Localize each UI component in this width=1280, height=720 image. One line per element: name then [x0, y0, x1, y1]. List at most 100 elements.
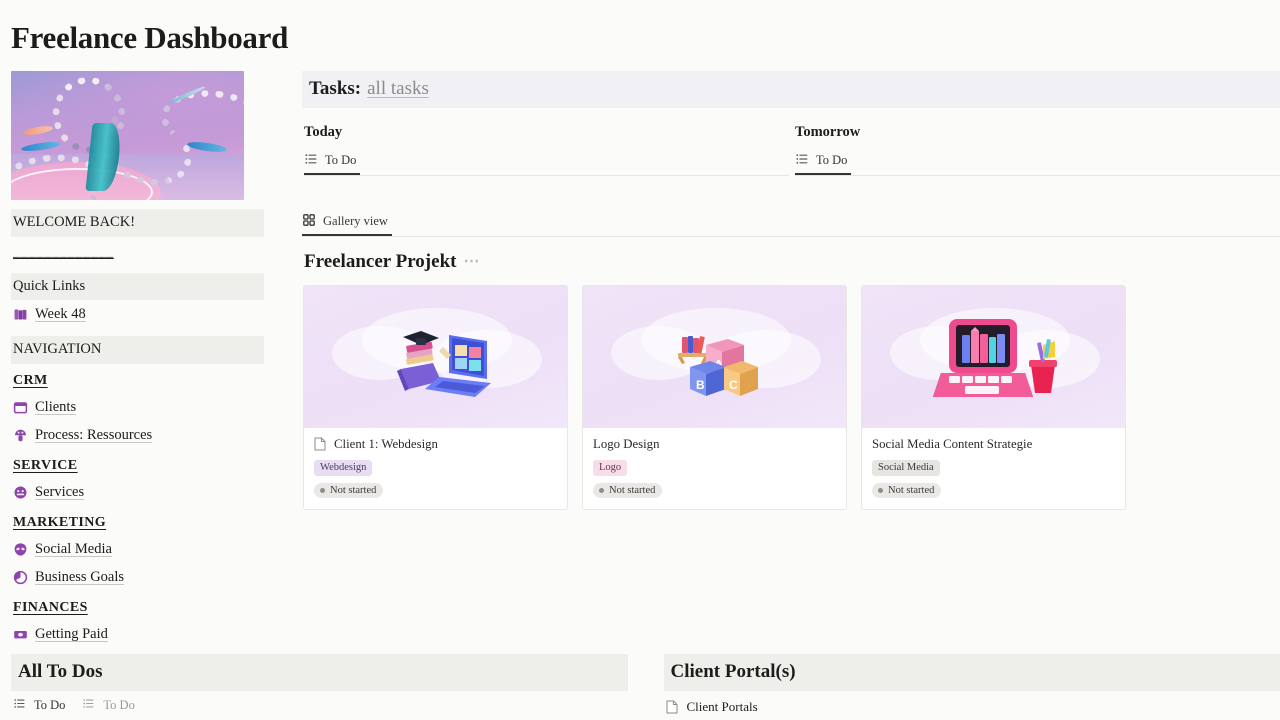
main-content: Tasks: all tasks Today To Do Tomorrow To… — [290, 71, 1280, 510]
gallery-card[interactable]: Social Media Content Strategie Social Me… — [861, 285, 1126, 510]
sidebar-item-label: Getting Paid — [35, 625, 108, 642]
navigation-header: NAVIGATION — [11, 336, 264, 364]
card-status-label: Not started — [888, 484, 935, 496]
svg-text:C: C — [729, 378, 738, 392]
gallery-card[interactable]: A B C Logo Design Logo — [582, 285, 847, 510]
sidebar-item-label: Process: Ressources — [35, 426, 153, 443]
sidebar-item-social-media[interactable]: Social Media — [11, 535, 290, 563]
alien-face-icon — [13, 542, 28, 557]
sidebar-section-finances: FINANCES — [13, 599, 88, 615]
card-status-badge: Not started — [872, 482, 942, 498]
tasks-filter-link[interactable]: all tasks — [367, 78, 429, 100]
abc-blocks-bookshelf-illustration: A B C — [677, 336, 758, 396]
status-dot-icon — [599, 487, 604, 493]
task-tabs: To Do — [304, 153, 789, 176]
sidebar-section-marketing: MARKETING — [13, 514, 107, 530]
sidebar-section-crm: CRM — [13, 372, 48, 388]
task-column-tomorrow: Tomorrow To Do — [789, 124, 1280, 176]
client-portals-title: Client Portal(s) — [663, 654, 1280, 691]
tab-label: To Do — [325, 153, 357, 167]
card-tag: Social Media — [872, 460, 940, 476]
tasks-header: Tasks: all tasks — [302, 71, 1280, 108]
all-todos-title: All To Dos — [11, 654, 628, 691]
smiley-face-icon — [13, 485, 28, 500]
gallery-cards: Client 1: Webdesign Webdesign Not starte… — [302, 285, 1280, 510]
sidebar-item-getting-paid[interactable]: Getting Paid — [11, 620, 290, 648]
all-todos-tabs: To Do To Do — [11, 691, 628, 720]
card-status-badge: Not started — [593, 482, 663, 498]
svg-text:B: B — [696, 378, 705, 392]
books-icon — [13, 307, 28, 322]
status-dot-icon — [320, 487, 325, 493]
tab-tomorrow-todo[interactable]: To Do — [795, 153, 852, 175]
sidebar-item-clients[interactable]: Clients — [11, 393, 290, 421]
tab-label: To Do — [34, 698, 66, 712]
client-portals-section: Client Portal(s) Client Portals — [652, 654, 1280, 720]
card-title-row: Logo Design — [593, 437, 836, 452]
sidebar-item-process-ressources[interactable]: Process: Ressources — [11, 421, 290, 449]
tab-gallery-view[interactable]: Gallery view — [302, 214, 392, 236]
task-column-today: Today To Do — [302, 124, 789, 176]
quick-links-header: Quick Links — [11, 272, 264, 301]
welcome-banner: WELCOME BACK! — [11, 209, 264, 237]
card-title: Logo Design — [593, 437, 660, 451]
status-dot-icon — [878, 487, 883, 493]
hero-floating-dash — [20, 140, 62, 153]
gallery-title-row: Freelancer Projekt ⋯ — [304, 251, 481, 272]
tab-today-todo[interactable]: To Do — [304, 153, 361, 175]
task-column-title: Tomorrow — [795, 124, 861, 140]
tab-all-todos-primary[interactable]: To Do — [13, 698, 69, 720]
pie-chart-icon — [13, 570, 28, 585]
card-tag: Logo — [593, 460, 628, 476]
all-todos-section: All To Dos To Do To Do — [11, 654, 628, 720]
card-status-label: Not started — [609, 484, 656, 496]
page-icon — [314, 437, 329, 452]
hero-floating-dash — [22, 124, 54, 137]
sidebar-item-label: Clients — [35, 398, 77, 415]
tab-label: Gallery view — [323, 214, 388, 228]
list-icon — [305, 153, 320, 168]
gallery-card[interactable]: Client 1: Webdesign Webdesign Not starte… — [303, 285, 568, 510]
sidebar-item-week-48[interactable]: Week 48 — [11, 300, 290, 328]
card-tag: Webdesign — [314, 460, 373, 476]
card-body: Social Media Content Strategie Social Me… — [862, 428, 1125, 509]
mushroom-icon — [13, 428, 28, 443]
card-thumbnail — [862, 286, 1125, 428]
sidebar-item-label: Social Media — [35, 540, 112, 557]
task-tabs: To Do — [795, 153, 1280, 176]
dashboard-layout: WELCOME BACK! _____________ Quick Links … — [0, 53, 1280, 648]
sidebar-item-label: Week 48 — [35, 306, 86, 323]
task-columns: Today To Do Tomorrow To Do — [302, 108, 1280, 176]
card-status-badge: Not started — [314, 482, 384, 498]
bottom-sections: All To Dos To Do To Do Client Portal(s) … — [0, 654, 1280, 720]
sidebar-item-label: Business Goals — [35, 568, 125, 585]
list-icon — [83, 698, 98, 713]
sidebar-item-label: Services — [35, 483, 85, 500]
gallery-title: Freelancer Projekt — [304, 251, 457, 272]
sidebar: WELCOME BACK! _____________ Quick Links … — [0, 71, 290, 648]
list-icon — [14, 698, 29, 713]
card-title-row: Social Media Content Strategie — [872, 437, 1115, 452]
card-status-label: Not started — [330, 484, 377, 496]
card-thumbnail: A B C — [583, 286, 846, 428]
hero-cover-image — [11, 71, 244, 200]
sidebar-item-business-goals[interactable]: Business Goals — [11, 563, 290, 591]
page-title: Freelance Dashboard — [11, 20, 289, 55]
sidebar-divider: _____________ — [13, 243, 114, 260]
client-portals-link-label: Client Portals — [686, 699, 758, 714]
list-icon — [796, 153, 811, 168]
tab-label: To Do — [103, 698, 135, 712]
calendar-icon — [13, 400, 28, 415]
tab-label: To Do — [816, 153, 848, 167]
grid-icon — [303, 214, 318, 229]
gallery-tabs: Gallery view — [302, 214, 1280, 237]
task-column-title: Today — [304, 124, 343, 140]
tab-all-todos-secondary[interactable]: To Do — [82, 698, 138, 720]
client-portals-link[interactable]: Client Portals — [664, 691, 1280, 715]
card-title: Social Media Content Strategie — [872, 437, 1033, 451]
card-thumbnail — [304, 286, 567, 428]
tasks-title: Tasks: — [309, 78, 362, 99]
card-body: Logo Design Logo Not started — [583, 428, 846, 509]
sidebar-item-services[interactable]: Services — [11, 478, 290, 506]
sidebar-section-service: SERVICE — [13, 457, 78, 473]
